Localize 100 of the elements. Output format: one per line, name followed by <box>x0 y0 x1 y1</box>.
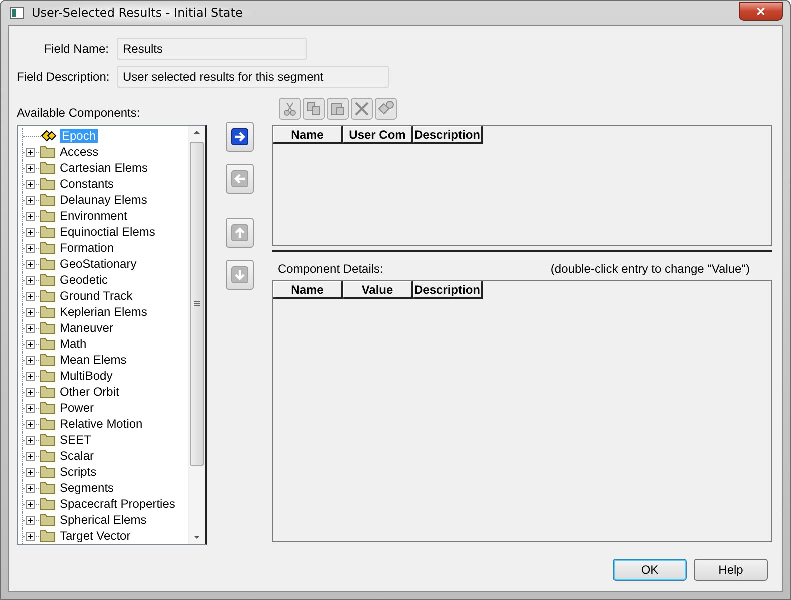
folder-icon <box>40 465 56 479</box>
expand-icon[interactable] <box>26 228 35 237</box>
folder-icon <box>40 529 56 543</box>
tree-item[interactable]: SEET <box>58 433 94 447</box>
folder-icon <box>40 513 56 527</box>
scroll-thumb[interactable] <box>190 142 204 466</box>
folder-icon <box>40 337 56 351</box>
hint-text: (double-click entry to change "Value") <box>550 262 750 276</box>
folder-icon <box>40 321 56 335</box>
folder-icon <box>40 385 56 399</box>
tree-item[interactable]: Environment <box>58 209 130 223</box>
tree-item[interactable]: Target Vector <box>58 529 133 543</box>
tree-item[interactable]: Power <box>58 401 96 415</box>
expand-icon[interactable] <box>26 420 35 429</box>
close-button[interactable]: ✕ <box>739 2 783 21</box>
copy-icon <box>305 100 323 118</box>
column-header[interactable]: Description <box>413 126 483 144</box>
expand-icon[interactable] <box>26 244 35 253</box>
tree-item[interactable]: Geodetic <box>58 273 110 287</box>
tree-item[interactable]: GeoStationary <box>58 257 139 271</box>
tree-item[interactable]: Other Orbit <box>58 385 122 399</box>
expand-icon[interactable] <box>26 148 35 157</box>
tree-item[interactable]: Spacecraft Properties <box>58 497 178 511</box>
expand-icon[interactable] <box>26 356 35 365</box>
tree-item[interactable]: Access <box>58 145 101 159</box>
folder-icon <box>40 209 56 223</box>
folder-icon <box>40 225 56 239</box>
window-icon <box>10 7 24 19</box>
folder-icon <box>40 257 56 271</box>
expand-icon[interactable] <box>26 468 35 477</box>
expand-icon[interactable] <box>26 452 35 461</box>
tree-item[interactable]: MultiBody <box>58 369 115 383</box>
folder-icon <box>40 289 56 303</box>
expand-icon[interactable] <box>26 260 35 269</box>
expand-icon[interactable] <box>26 164 35 173</box>
expand-icon[interactable] <box>26 436 35 445</box>
arrow-right-icon <box>230 128 248 146</box>
folder-icon <box>40 241 56 255</box>
tree-item[interactable]: Relative Motion <box>58 417 145 431</box>
folder-icon <box>40 369 56 383</box>
input-field[interactable]: User selected results for this segment <box>117 66 389 88</box>
folder-icon <box>40 401 56 415</box>
expand-icon[interactable] <box>26 292 35 301</box>
arrow-down-icon <box>230 266 248 284</box>
folder-icon <box>40 497 56 511</box>
grip-icon <box>194 301 200 307</box>
expand-icon[interactable] <box>26 324 35 333</box>
tree-item[interactable]: Scripts <box>58 465 99 479</box>
tree-item[interactable]: Equinoctial Elems <box>58 225 158 239</box>
tree-item[interactable]: Math <box>58 337 89 351</box>
tree-item[interactable]: Keplerian Elems <box>58 305 150 319</box>
tree-item[interactable]: Scalar <box>58 449 96 463</box>
diamond-arrow-icon <box>40 129 58 143</box>
expand-icon[interactable] <box>26 484 35 493</box>
expand-icon[interactable] <box>26 372 35 381</box>
arrow-up-icon <box>230 224 248 242</box>
expand-icon[interactable] <box>26 516 35 525</box>
folder-icon <box>40 417 56 431</box>
column-header[interactable]: Value <box>343 281 413 299</box>
folder-icon <box>40 433 56 447</box>
expand-icon[interactable] <box>26 340 35 349</box>
folder-icon <box>40 305 56 319</box>
tree-item[interactable]: Constants <box>58 177 116 191</box>
expand-icon[interactable] <box>26 180 35 189</box>
move-button[interactable] <box>226 122 254 152</box>
column-header[interactable]: User Com <box>343 126 413 144</box>
expand-icon[interactable] <box>26 500 35 509</box>
expand-icon[interactable] <box>26 276 35 285</box>
expand-icon[interactable] <box>26 388 35 397</box>
dialog-button[interactable]: OK <box>613 559 687 581</box>
folder-icon <box>40 145 56 159</box>
column-header[interactable]: Name <box>273 126 343 144</box>
expand-icon[interactable] <box>26 196 35 205</box>
column-header[interactable]: Description <box>413 281 483 299</box>
folder-icon <box>40 161 56 175</box>
expand-icon[interactable] <box>26 308 35 317</box>
field-label: Field Name: <box>43 42 109 56</box>
folder-icon <box>40 193 56 207</box>
input-field[interactable]: Results <box>117 38 307 60</box>
expand-icon[interactable] <box>26 404 35 413</box>
folder-icon <box>40 353 56 367</box>
scrollbar[interactable] <box>188 126 205 544</box>
tree-item[interactable]: Ground Track <box>58 289 135 303</box>
folder-icon <box>40 273 56 287</box>
tree-item[interactable]: Cartesian Elems <box>58 161 150 175</box>
tree-item[interactable]: Delaunay Elems <box>58 193 150 207</box>
expand-icon[interactable] <box>26 212 35 221</box>
tree-item[interactable]: Formation <box>58 241 116 255</box>
dialog-button[interactable]: Help <box>694 559 768 581</box>
tree-item[interactable]: Segments <box>58 481 116 495</box>
tree-item[interactable]: Mean Elems <box>58 353 129 367</box>
x-icon <box>353 100 371 118</box>
tree-item[interactable]: Maneuver <box>58 321 116 335</box>
field-label: Field Description: <box>17 70 109 84</box>
expand-icon[interactable] <box>26 532 35 541</box>
column-header[interactable]: Name <box>273 281 343 299</box>
folder-icon <box>40 177 56 191</box>
section-label: Component Details: <box>278 262 384 276</box>
tree-item[interactable]: Spherical Elems <box>58 513 149 527</box>
folder-icon <box>40 449 56 463</box>
